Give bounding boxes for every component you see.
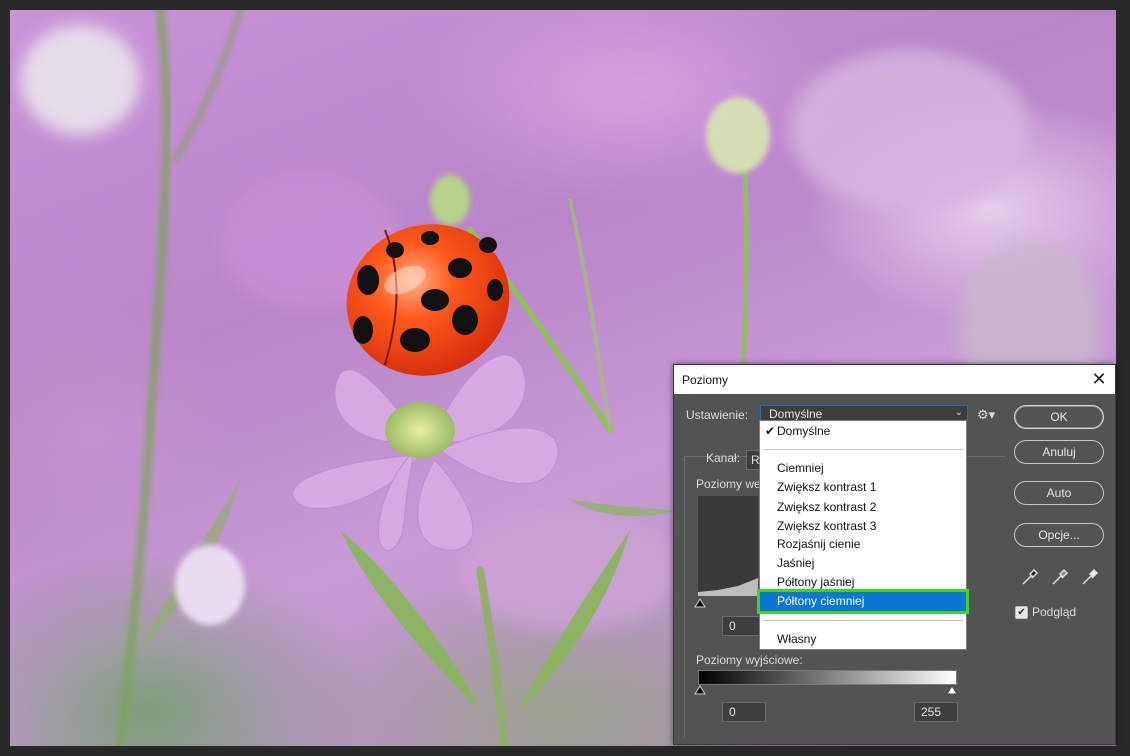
dialog-title: Poziomy [682, 373, 729, 387]
preview-label: Podgląd [1032, 605, 1077, 619]
output-gradient-bar [698, 670, 957, 685]
channel-label: Kanał: [706, 451, 741, 465]
dialog-title-bar[interactable]: Poziomy ✕ [674, 365, 1115, 394]
preset-label: Ustawienie: [686, 408, 749, 422]
preset-item-label: Zwiększ kontrast 2 [777, 500, 877, 514]
preset-item-label: Własny [777, 632, 817, 646]
menu-separator [763, 620, 963, 621]
preset-item-contrast-2[interactable]: Zwiększ kontrast 2 [760, 498, 966, 517]
preset-item-label: Zwiększ kontrast 3 [777, 519, 877, 533]
preset-item-label: Rozjaśnij cienie [777, 537, 861, 551]
preset-item-custom[interactable]: Własny [760, 630, 966, 649]
chevron-down-icon: ⌄ [954, 407, 963, 418]
output-black-field[interactable]: 0 [722, 702, 766, 722]
preset-item-label: Jaśniej [777, 556, 815, 570]
preset-item-midtones-lighter[interactable]: Półtony jaśniej [760, 573, 966, 592]
black-point-eyedropper-icon[interactable] [1019, 568, 1039, 588]
options-button[interactable]: Opcje... [1014, 523, 1104, 547]
input-black-slider[interactable] [694, 598, 706, 608]
preset-item-label: Zwiększ kontrast 1 [777, 480, 877, 494]
output-white-slider[interactable] [946, 685, 958, 695]
output-white-field[interactable]: 255 [914, 702, 958, 722]
input-black-field[interactable]: 0 [722, 616, 760, 636]
preset-item-label: Domyślne [777, 424, 831, 438]
preset-item-label: Ciemniej [777, 461, 824, 475]
input-levels-label: Poziomy we [696, 477, 761, 491]
preset-item-default[interactable]: ✔ Domyślne [760, 422, 966, 441]
output-black-slider[interactable] [694, 685, 706, 695]
output-levels-label: Poziomy wyjściowe: [696, 653, 803, 667]
preset-item-label: Półtony jaśniej [777, 575, 855, 589]
auto-button[interactable]: Auto [1014, 481, 1104, 505]
preset-item-contrast-3[interactable]: Zwiększ kontrast 3 [760, 517, 966, 536]
preset-item-midtones-darker[interactable]: Półtony ciemniej [760, 592, 966, 611]
ok-button[interactable]: OK [1014, 405, 1104, 429]
preset-item-contrast-1[interactable]: Zwiększ kontrast 1 [760, 478, 966, 497]
menu-separator [763, 449, 963, 450]
preset-item-darker[interactable]: Ciemniej [760, 459, 966, 478]
close-icon[interactable]: ✕ [1089, 369, 1109, 389]
preset-item-lighter[interactable]: Jaśniej [760, 554, 966, 573]
checkmark-icon: ✔ [765, 424, 776, 438]
preview-checkbox[interactable]: ✔ [1015, 606, 1028, 619]
histogram [698, 496, 758, 596]
cancel-button[interactable]: Anuluj [1014, 440, 1104, 464]
gear-icon[interactable]: ⚙▾ [977, 407, 995, 423]
preset-dropdown-list: ✔ Domyślne Ciemniej Zwiększ kontrast 1 Z… [759, 420, 967, 650]
histogram-graph [698, 578, 758, 596]
preset-item-label: Półtony ciemniej [777, 594, 865, 608]
preset-item-lighten-shadows[interactable]: Rozjaśnij cienie [760, 535, 966, 554]
white-point-eyedropper-icon[interactable] [1079, 568, 1099, 588]
gray-point-eyedropper-icon[interactable] [1049, 568, 1069, 588]
